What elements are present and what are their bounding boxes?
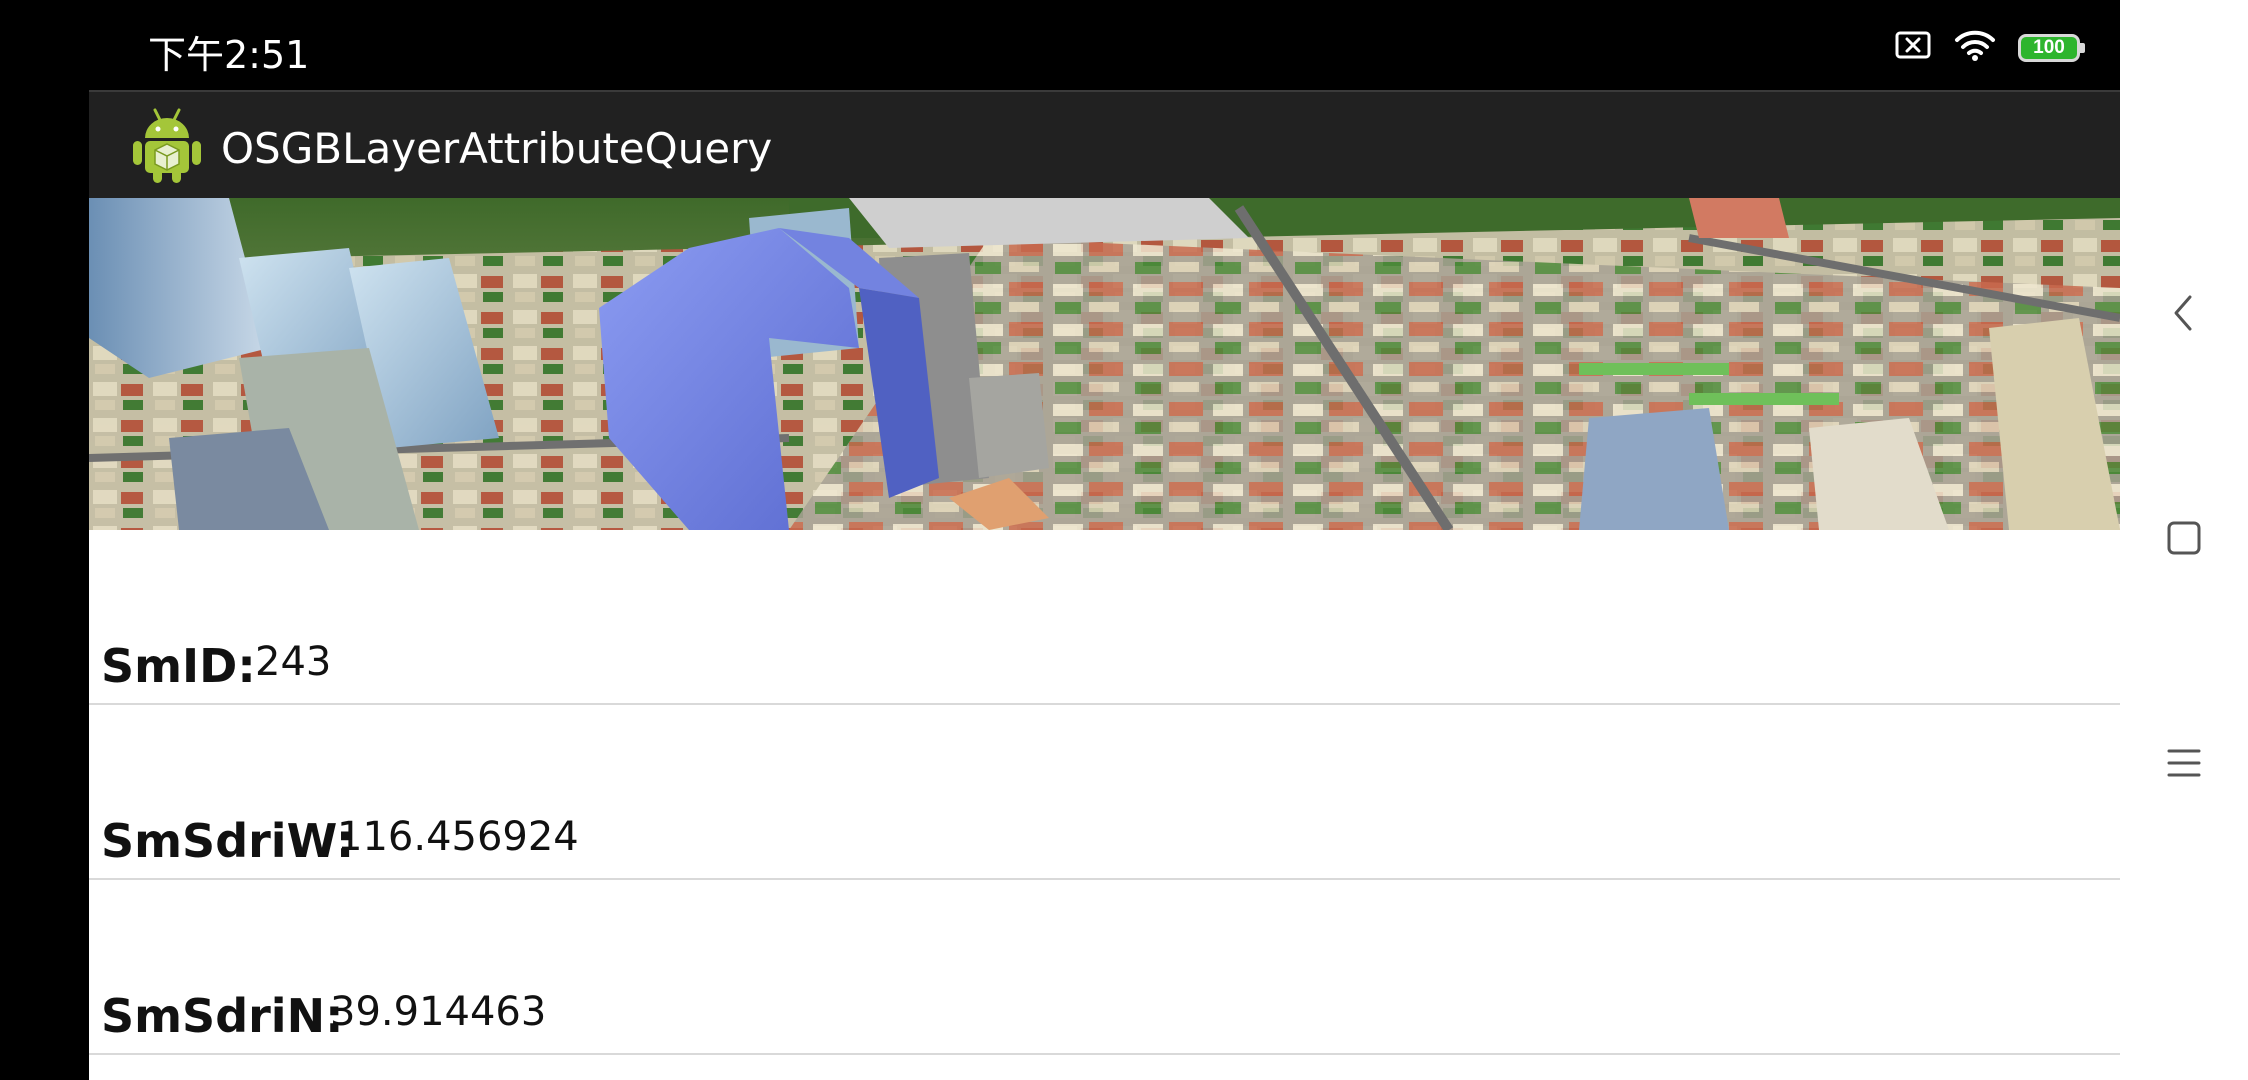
menu-button[interactable]	[2120, 720, 2248, 810]
city-3d-scene[interactable]	[89, 198, 2120, 530]
navigation-bar	[2120, 0, 2248, 1080]
android-icon	[131, 106, 203, 184]
app-window: OSGBLayerAttributeQuery SmID: 243 SmSdri…	[89, 90, 2120, 1080]
battery-level: 100	[2033, 36, 2065, 58]
attribute-row-smsdriw: SmSdriW: 116.456924	[89, 705, 2120, 880]
home-square-icon	[2166, 520, 2202, 561]
status-time: 下午2:51	[148, 33, 310, 77]
attribute-row-smid: SmID: 243	[89, 530, 2120, 705]
attribute-label: SmSdriN:	[101, 989, 344, 1043]
wifi-icon	[1954, 28, 1996, 67]
attribute-value: 39.914463	[330, 989, 547, 1035]
attribute-row-smsdrin: SmSdriN: 39.914463	[89, 880, 2120, 1055]
action-bar: OSGBLayerAttributeQuery	[89, 90, 2120, 198]
attribute-label: SmID:	[101, 639, 256, 693]
attribute-value: 116.456924	[337, 814, 579, 860]
attribute-list: SmID: 243 SmSdriW: 116.456924 SmSdriN: 3…	[89, 530, 2120, 1055]
menu-icon	[2167, 747, 2201, 784]
battery-icon: 100	[2018, 33, 2085, 62]
app-title: OSGBLayerAttributeQuery	[221, 124, 773, 173]
home-button[interactable]	[2120, 495, 2248, 585]
left-bezel	[0, 90, 89, 1080]
attribute-value: 243	[255, 639, 332, 685]
attribute-label: SmSdriW:	[101, 814, 355, 868]
back-icon	[2170, 293, 2198, 338]
status-icons: 100	[1894, 28, 2085, 67]
device-screen: 下午2:51 100 OSGBLayerAttributeQuery SmID:…	[0, 0, 2248, 1080]
sim-off-icon	[1894, 30, 1932, 65]
back-button[interactable]	[2120, 270, 2248, 360]
status-bar: 下午2:51 100	[0, 0, 2120, 90]
